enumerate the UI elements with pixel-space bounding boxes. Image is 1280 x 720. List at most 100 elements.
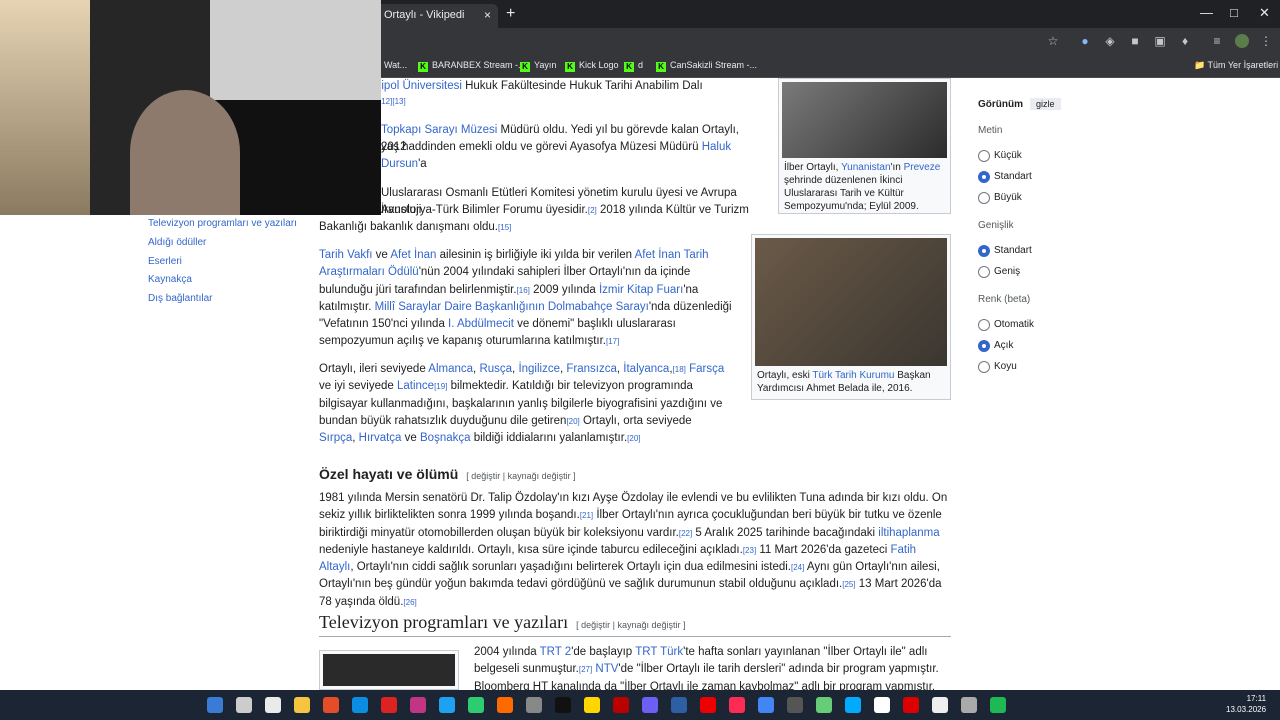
bookmark-item[interactable]: Kd [624, 60, 643, 72]
taskbar-app-icon[interactable] [207, 697, 223, 713]
wiki-link[interactable]: Yunanistan [841, 162, 891, 173]
wiki-link[interactable]: Tarih Vakfı [319, 249, 372, 261]
width-label[interactable]: Geniş [994, 266, 1020, 277]
extension-icon[interactable]: ■ [1128, 34, 1142, 48]
wiki-link[interactable]: Rusça [479, 363, 512, 375]
toc-item[interactable]: Dış bağlantılar [148, 293, 212, 304]
width-radio[interactable] [978, 266, 990, 278]
citation-link[interactable]: [26] [403, 598, 416, 607]
citation-link[interactable]: [24] [791, 563, 804, 572]
taskbar-app-icon[interactable] [352, 697, 368, 713]
color-radio[interactable] [978, 319, 990, 331]
taskbar-app-icon[interactable] [874, 697, 890, 713]
wiki-link[interactable]: Türk Tarih Kurumu [812, 370, 894, 381]
wiki-link[interactable]: Latince [397, 380, 434, 392]
citation-link[interactable]: [21] [580, 511, 593, 520]
bookmark-item[interactable]: K Kick Logo [565, 60, 619, 72]
extension-icon[interactable]: ▣ [1153, 34, 1167, 48]
wiki-link[interactable]: I. Abdülmecit [448, 318, 514, 330]
text-size-label[interactable]: Büyük [994, 192, 1022, 203]
taskbar-app-icon[interactable] [265, 697, 281, 713]
citation-link[interactable]: [16] [517, 286, 530, 295]
taskbar-app-icon[interactable] [758, 697, 774, 713]
taskbar-app-icon[interactable] [497, 697, 513, 713]
bookmark-item[interactable]: K BARANBEX Stream -... [418, 60, 526, 72]
taskbar-app-icon[interactable] [642, 697, 658, 713]
maximize-icon[interactable]: □ [1230, 5, 1238, 20]
taskbar-app-icon[interactable] [468, 697, 484, 713]
wiki-link[interactable]: Almanca [428, 363, 473, 375]
taskbar-app-icon[interactable] [903, 697, 919, 713]
wiki-link[interactable]: Millî Saraylar Daire Başkanlığının [375, 301, 545, 313]
star-icon[interactable]: ☆ [1046, 34, 1060, 48]
edit-link[interactable]: [ değiştir | kaynağı değiştir ] [466, 471, 575, 481]
taskbar-app-icon[interactable] [381, 697, 397, 713]
tab-vikipedi[interactable]: Ortaylı - Vikipedi × [376, 4, 498, 28]
color-label[interactable]: Koyu [994, 361, 1017, 372]
taskbar-app-icon[interactable] [671, 697, 687, 713]
new-tab-button[interactable]: + [506, 5, 515, 23]
toc-item[interactable]: Eserleri [148, 256, 182, 267]
avatar[interactable] [1235, 34, 1249, 48]
taskbar-app-icon[interactable] [729, 697, 745, 713]
shield-icon[interactable]: ◈ [1103, 34, 1117, 48]
taskbar-app-icon[interactable] [526, 697, 542, 713]
wiki-link[interactable]: Dolmabahçe Sarayı [548, 301, 649, 313]
taskbar-app-icon[interactable] [584, 697, 600, 713]
taskbar-app-icon[interactable] [845, 697, 861, 713]
color-label[interactable]: Açık [994, 340, 1013, 351]
color-label[interactable]: Otomatik [994, 319, 1034, 330]
minimize-icon[interactable]: — [1200, 5, 1213, 20]
wiki-link[interactable]: Farsça [689, 363, 724, 375]
text-size-radio[interactable] [978, 150, 990, 162]
all-bookmarks[interactable]: 📁 Tüm Yer İşaretleri [1194, 60, 1278, 71]
wiki-link[interactable]: Boşnakça [420, 432, 471, 444]
wiki-link[interactable]: İzmir Kitap Fuarı [599, 284, 683, 296]
citation-link[interactable]: [18] [673, 365, 686, 374]
text-size-label[interactable]: Küçük [994, 150, 1022, 161]
toc-item[interactable]: Aldığı ödüller [148, 237, 206, 248]
more-icon[interactable]: ⋮ [1259, 34, 1273, 48]
wiki-link[interactable]: Preveze [904, 162, 941, 173]
toc-item[interactable]: Kaynakça [148, 274, 192, 285]
taskbar-app-icon[interactable] [439, 697, 455, 713]
tv-thumbnail[interactable] [319, 650, 459, 690]
close-tab-icon[interactable]: × [484, 8, 491, 22]
bookmark-item[interactable]: K Yayın [520, 60, 556, 72]
taskbar-app-icon[interactable] [787, 697, 803, 713]
citation-link[interactable]: [23] [743, 546, 756, 555]
wiki-link[interactable]: TRT Türk [635, 646, 683, 658]
taskbar-app-icon[interactable] [816, 697, 832, 713]
text-size-label[interactable]: Standart [994, 171, 1032, 182]
taskbar-app-icon[interactable] [294, 697, 310, 713]
width-label[interactable]: Standart [994, 245, 1032, 256]
width-radio[interactable] [978, 245, 990, 257]
wiki-link[interactable]: Sırpça [319, 432, 352, 444]
puzzle-icon[interactable]: ♦ [1178, 34, 1192, 48]
wiki-link[interactable]: Hırvatça [359, 432, 402, 444]
taskbar-app-icon[interactable] [236, 697, 252, 713]
extension-icon[interactable]: ● [1078, 34, 1092, 48]
wiki-link[interactable]: Afet İnan [390, 249, 436, 261]
wiki-link[interactable]: Fransızca [566, 363, 617, 375]
citation-link[interactable]: [27] [579, 665, 592, 674]
citation-link[interactable]: [19] [434, 382, 447, 391]
taskbar-app-icon[interactable] [555, 697, 571, 713]
wiki-link[interactable]: İtalyanca [623, 363, 669, 375]
taskbar-app-icon[interactable] [990, 697, 1006, 713]
color-radio[interactable] [978, 340, 990, 352]
citation-link[interactable]: [17] [606, 337, 619, 346]
bookmark-item[interactable]: Wat... [384, 60, 407, 70]
text-size-radio[interactable] [978, 171, 990, 183]
citation-link[interactable]: [20] [627, 434, 640, 443]
wiki-link[interactable]: TRT 2 [540, 646, 572, 658]
taskbar-app-icon[interactable] [932, 697, 948, 713]
toc-item[interactable]: Televizyon programları ve yazıları [148, 218, 297, 229]
bookmark-item[interactable]: K CanSakizli Stream -... [656, 60, 757, 72]
wiki-link[interactable]: NTV [595, 663, 618, 675]
edit-link[interactable]: [ değiştir | kaynağı değiştir ] [576, 620, 685, 630]
taskbar-app-icon[interactable] [410, 697, 426, 713]
citation-link[interactable]: [22] [679, 529, 692, 538]
text-size-radio[interactable] [978, 192, 990, 204]
hide-button[interactable]: gizle [1030, 98, 1061, 110]
